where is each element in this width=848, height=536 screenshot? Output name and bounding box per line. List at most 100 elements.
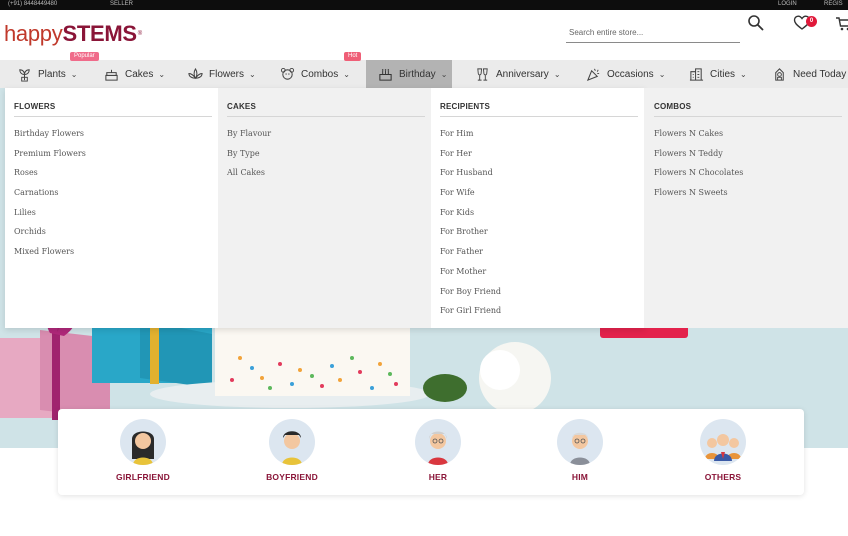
chevron-down-icon: ⌄ <box>658 69 666 79</box>
nav-label: Combos <box>301 68 339 80</box>
relation-label: HER <box>428 472 448 482</box>
nav-label: Flowers <box>209 68 245 80</box>
flower-icon <box>188 67 203 79</box>
menu-link[interactable]: By Type <box>227 149 271 169</box>
menu-link[interactable]: For Her <box>440 149 501 169</box>
brand-logo[interactable]: happySTEMS® <box>4 21 142 47</box>
chevron-down-icon: ⌄ <box>70 69 78 79</box>
menu-link[interactable]: All Cakes <box>227 168 271 188</box>
divider <box>14 116 212 117</box>
nav-label: Anniversary <box>496 68 549 80</box>
register-link[interactable]: REGIS <box>824 1 843 7</box>
relation-label: GIRLFRIEND <box>116 472 170 482</box>
menu-link[interactable]: For Kids <box>440 208 501 228</box>
menu-link[interactable]: Premium Flowers <box>14 149 86 169</box>
shop-by-relation-card: GIRLFRIEND BOYFRIEND HER HIM OTHERS <box>58 409 804 495</box>
party-popper-icon <box>586 68 600 81</box>
top-bar: (+91) 8448449480 SELLER LOGIN REGIS <box>0 0 848 10</box>
menu-link[interactable]: Flowers N Teddy <box>654 149 743 169</box>
him-avatar-icon <box>557 419 603 465</box>
boyfriend-avatar-icon <box>269 419 315 465</box>
cart-icon <box>836 17 848 31</box>
nav-item-occasions[interactable]: Occasions ⌄ <box>586 60 665 88</box>
nav-label: Cakes <box>125 68 154 80</box>
chevron-down-icon: ⌄ <box>249 69 256 79</box>
nav-item-anniversary[interactable]: Anniversary ⌄ <box>475 60 561 88</box>
menu-column-combos: COMBOS Flowers N Cakes Flowers N Teddy F… <box>645 88 848 328</box>
menu-link[interactable]: Flowers N Cakes <box>654 129 743 149</box>
relation-girlfriend[interactable]: GIRLFRIEND <box>98 419 188 482</box>
menu-link[interactable]: For Husband <box>440 168 501 188</box>
combo-icon <box>280 67 295 80</box>
column-heading: RECIPIENTS <box>440 102 491 111</box>
relation-label: OTHERS <box>704 472 742 482</box>
relation-others[interactable]: OTHERS <box>678 419 768 482</box>
birthday-cake-icon <box>379 68 392 81</box>
clock-tower-icon <box>775 67 784 81</box>
seller-link[interactable]: SELLER <box>110 1 133 7</box>
menu-link[interactable]: For Brother <box>440 227 501 247</box>
menu-link[interactable]: Birthday Flowers <box>14 129 86 149</box>
nav-item-cakes[interactable]: Cakes ⌄ <box>104 60 165 88</box>
menu-link[interactable]: For Girl Friend <box>440 306 501 326</box>
nav-label: Occasions <box>607 68 654 80</box>
divider <box>440 116 638 117</box>
nav-item-combos[interactable]: Combos ⌄ <box>280 60 350 88</box>
relation-boyfriend[interactable]: BOYFRIEND <box>247 419 337 482</box>
relation-label: HIM <box>571 472 589 482</box>
logo-text-happy: happy <box>4 21 63 46</box>
nav-item-need-today[interactable]: Need Today <box>772 60 846 88</box>
menu-link[interactable]: For Father <box>440 247 501 267</box>
menu-link[interactable]: For Mother <box>440 267 501 287</box>
phone-link[interactable]: (+91) 8448449480 <box>8 1 57 7</box>
menu-column-recipients: RECIPIENTS For Him For Her For Husband F… <box>431 88 644 328</box>
birthday-mega-menu: FLOWERS Birthday Flowers Premium Flowers… <box>5 88 645 328</box>
nav-label: Need Today <box>793 68 847 80</box>
chevron-down-icon: ⌄ <box>440 69 448 79</box>
chevron-down-icon: ⌄ <box>740 69 747 79</box>
nav-item-plants[interactable]: Plants ⌄ <box>17 60 78 88</box>
chevron-down-icon: ⌄ <box>343 69 350 79</box>
nav-label: Plants <box>38 68 66 80</box>
divider <box>227 116 425 117</box>
search-input[interactable] <box>566 23 740 43</box>
menu-link[interactable]: Flowers N Sweets <box>654 188 743 208</box>
nav-item-cities[interactable]: Cities ⌄ <box>689 60 747 88</box>
menu-link[interactable]: For Him <box>440 129 501 149</box>
menu-link[interactable]: For Wife <box>440 188 501 208</box>
menu-link[interactable]: By Flavour <box>227 129 271 149</box>
chevron-down-icon: ⌄ <box>158 69 166 79</box>
city-buildings-icon <box>689 67 704 81</box>
relation-him[interactable]: HIM <box>535 419 625 482</box>
nav-item-birthday[interactable]: Birthday ⌄ <box>366 60 452 88</box>
phone-text: (+91) 8448449480 <box>8 1 58 7</box>
relation-label: BOYFRIEND <box>266 472 318 482</box>
cart-button[interactable] <box>834 14 848 32</box>
menu-link[interactable]: For Boy Friend <box>440 287 501 307</box>
cake-icon <box>105 69 118 81</box>
hot-badge: Hot <box>344 52 362 61</box>
menu-link[interactable]: Flowers N Chocolates <box>654 168 743 188</box>
site-header: happySTEMS® <box>0 10 848 60</box>
popular-badge: Popular <box>70 52 99 61</box>
menu-link[interactable]: Carnations <box>14 188 86 208</box>
login-link[interactable]: LOGIN <box>778 1 797 7</box>
others-group-avatar-icon <box>700 419 746 465</box>
menu-link[interactable]: Lilies <box>14 208 86 228</box>
logo-text-stems: STEMS <box>62 21 137 46</box>
divider <box>654 116 842 117</box>
menu-link[interactable]: Roses <box>14 168 86 188</box>
menu-column-cakes: CAKES By Flavour By Type All Cakes <box>218 88 431 328</box>
column-heading: FLOWERS <box>14 102 56 111</box>
column-heading: CAKES <box>227 102 257 111</box>
plant-icon <box>19 68 30 82</box>
search-button[interactable] <box>747 14 765 32</box>
nav-item-flowers[interactable]: Flowers ⌄ <box>188 60 256 88</box>
logo-registered-mark: ® <box>137 31 142 37</box>
wine-glasses-icon <box>477 67 488 81</box>
menu-link[interactable]: Orchids <box>14 227 86 247</box>
relation-her[interactable]: HER <box>393 419 483 482</box>
wishlist-count-badge: 0 <box>806 16 817 27</box>
menu-link[interactable]: Mixed Flowers <box>14 247 86 267</box>
main-nav: Plants ⌄ Cakes ⌄ Flowers ⌄ Combos ⌄ Birthday… <box>0 60 848 88</box>
